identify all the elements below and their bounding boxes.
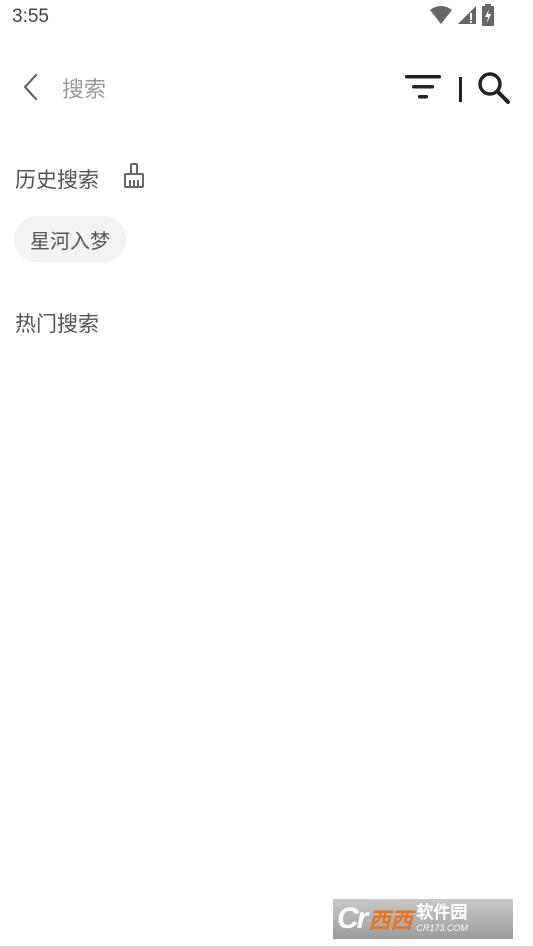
- watermark-logo: Cr 西西 软件园 CR173.COM: [333, 899, 513, 939]
- watermark-right: 软件园 CR173.COM: [416, 905, 468, 933]
- header-divider: [459, 77, 462, 102]
- search-icon: [477, 71, 511, 109]
- watermark-logo-text: Cr: [337, 902, 368, 935]
- battery-charging-icon: [481, 4, 495, 30]
- history-chip[interactable]: 星河入梦: [14, 216, 126, 262]
- wifi-icon: [429, 5, 453, 29]
- watermark-domain: CR173.COM: [416, 923, 468, 933]
- search-screen: 3:55 搜索 历史搜索 星河入梦 热门搜索 Cr 西西 软件园 CR173.C…: [0, 0, 533, 948]
- clear-history-button[interactable]: [121, 163, 147, 193]
- filter-button[interactable]: [404, 74, 442, 104]
- search-button[interactable]: [476, 72, 512, 108]
- history-section-title: 历史搜索: [15, 168, 99, 192]
- search-header: [0, 64, 533, 116]
- cell-signal-icon: [457, 5, 477, 29]
- watermark-brand: 西西: [368, 909, 413, 934]
- status-icons: [425, 4, 495, 30]
- watermark-site: 软件园: [416, 903, 468, 923]
- status-bar: 3:55: [0, 0, 533, 36]
- hot-section-title: 热门搜索: [15, 312, 99, 336]
- back-button[interactable]: [16, 73, 46, 105]
- search-input[interactable]: [62, 72, 362, 108]
- broom-icon: [123, 163, 145, 193]
- filter-icon: [405, 73, 441, 105]
- status-time: 3:55: [12, 6, 49, 27]
- chevron-left-icon: [22, 73, 40, 105]
